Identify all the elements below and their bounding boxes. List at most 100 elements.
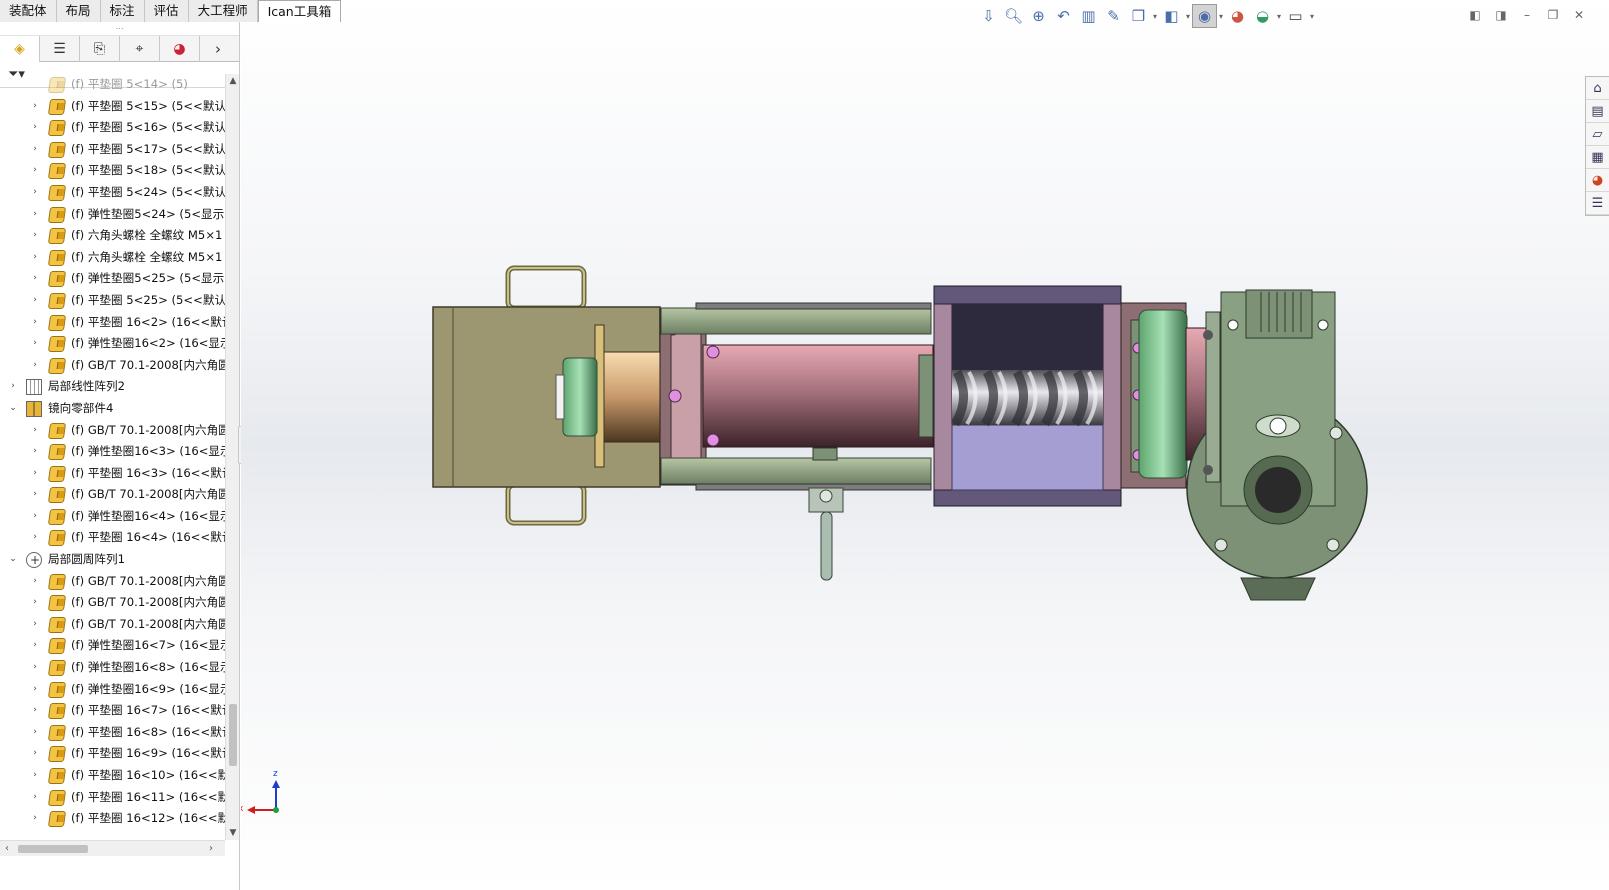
tree-item[interactable]: › (f) GB/T 70.1-2008[内六角圆 <box>0 571 225 593</box>
chevron-right-icon[interactable]: › <box>30 204 40 226</box>
tree-item[interactable]: ⌄ 局部圆周阵列1 <box>0 549 225 571</box>
tree-item-label: (f) 弹性垫圈16<8> (16<显示 <box>71 660 225 675</box>
panel-grip[interactable]: ⋯ <box>0 22 239 36</box>
chevron-right-icon[interactable]: › <box>30 247 40 269</box>
chevron-right-icon[interactable]: › <box>8 376 18 398</box>
tree-item[interactable]: › (f) 平垫圈 5<24> (5<<默认 <box>0 182 225 204</box>
part-icon <box>47 616 67 633</box>
tree-item[interactable]: › (f) 六角头螺栓 全螺纹 M5×1 <box>0 225 225 247</box>
tree-item[interactable]: › (f) 平垫圈 16<3> (16<<默认 <box>0 463 225 485</box>
tree-item[interactable]: › (f) GB/T 70.1-2008[内六角圆 <box>0 420 225 442</box>
tree-item[interactable]: › (f) 弹性垫圈5<24> (5<显示 <box>0 204 225 226</box>
hscroll-thumb[interactable] <box>18 845 88 853</box>
tree-vertical-scrollbar[interactable]: ▲ ▼ <box>225 74 239 840</box>
tree-item[interactable]: › (f) 平垫圈 16<11> (16<<默 <box>0 787 225 809</box>
tree-item[interactable]: › (f) 平垫圈 16<2> (16<<默认 <box>0 312 225 334</box>
tree-item[interactable]: › (f) GB/T 70.1-2008[内六角圆 <box>0 484 225 506</box>
tree-item[interactable]: › (f) 弹性垫圈16<2> (16<显示 <box>0 333 225 355</box>
chevron-right-icon[interactable]: › <box>30 657 40 679</box>
part-icon <box>47 703 67 720</box>
scroll-down-icon[interactable]: ▼ <box>226 826 240 840</box>
graphics-area[interactable]: ⇩ 🔍︎ ⊕ ↶ ▥ ✎ ❒ ▾ ◧ ▾ ◉ ▾ ◕ ◒ ▾ ▭ ▾ ◧ ◨ –… <box>241 0 1609 890</box>
chevron-right-icon[interactable]: › <box>30 700 40 722</box>
tree-item[interactable]: › (f) 平垫圈 5<15> (5<<默认 <box>0 96 225 118</box>
more-tabs-button[interactable]: › <box>200 36 236 62</box>
display-manager-tab[interactable]: ◕ <box>160 36 200 62</box>
chevron-right-icon[interactable]: › <box>30 420 40 442</box>
chevron-right-icon[interactable]: › <box>30 679 40 701</box>
chevron-right-icon[interactable]: › <box>30 463 40 485</box>
chevron-right-icon[interactable]: › <box>30 592 40 614</box>
chevron-right-icon[interactable]: › <box>30 635 40 657</box>
chevron-right-icon[interactable]: › <box>30 614 40 636</box>
chevron-right-icon[interactable]: › <box>30 765 40 787</box>
tree-item[interactable]: › (f) 弹性垫圈16<7> (16<显示 <box>0 635 225 657</box>
command-tab[interactable]: Ican工具箱 <box>257 0 342 22</box>
tree-item[interactable]: › (f) 平垫圈 16<8> (16<<默认 <box>0 722 225 744</box>
tree-item[interactable]: › (f) 平垫圈 16<9> (16<<默认 <box>0 743 225 765</box>
tree-item[interactable]: › (f) 弹性垫圈16<9> (16<显示 <box>0 679 225 701</box>
chevron-right-icon[interactable]: › <box>30 96 40 118</box>
chevron-right-icon[interactable]: › <box>30 268 40 290</box>
assembly-model[interactable]: z x <box>241 0 1609 890</box>
tree-item[interactable]: ⌄ 镜向零部件4 <box>0 398 225 420</box>
chevron-right-icon[interactable]: › <box>30 225 40 247</box>
chevron-right-icon[interactable]: › <box>30 441 40 463</box>
part-icon <box>47 249 67 266</box>
chevron-right-icon[interactable]: › <box>30 506 40 528</box>
feature-manager-tab[interactable]: ◈ <box>0 36 40 62</box>
property-manager-tab[interactable]: ☰ <box>40 36 80 62</box>
chevron-right-icon[interactable]: › <box>30 117 40 139</box>
tree-item[interactable]: › 局部线性阵列2 <box>0 376 225 398</box>
tree-item[interactable]: › (f) 平垫圈 16<4> (16<<默认 <box>0 527 225 549</box>
chevron-down-icon[interactable]: ⌄ <box>8 549 18 571</box>
chevron-right-icon[interactable]: › <box>30 333 40 355</box>
tree-item[interactable]: › (f) 弹性垫圈16<4> (16<显示 <box>0 506 225 528</box>
chevron-right-icon[interactable]: › <box>30 484 40 506</box>
tree-item[interactable]: (f) 平垫圈 5<14> (5) <box>0 74 225 96</box>
tree-item[interactable]: › (f) GB/T 70.1-2008[内六角圆 <box>0 355 225 377</box>
chevron-down-icon[interactable]: ⌄ <box>8 398 18 420</box>
command-tab[interactable]: 大工程师 <box>188 0 258 22</box>
chevron-right-icon[interactable]: › <box>30 355 40 377</box>
tree-item[interactable]: › (f) 平垫圈 5<16> (5<<默认 <box>0 117 225 139</box>
chevron-right-icon[interactable]: › <box>30 139 40 161</box>
tree-item[interactable]: › (f) 弹性垫圈5<25> (5<显示 <box>0 268 225 290</box>
part-icon <box>47 530 67 547</box>
tree-horizontal-scrollbar[interactable]: ‹ › <box>0 840 225 856</box>
chevron-right-icon[interactable]: › <box>30 743 40 765</box>
chevron-right-icon[interactable]: › <box>30 312 40 334</box>
chevron-right-icon[interactable]: › <box>30 527 40 549</box>
tree-item[interactable]: › (f) 弹性垫圈16<3> (16<显示 <box>0 441 225 463</box>
tree-item[interactable]: › (f) 弹性垫圈16<8> (16<显示 <box>0 657 225 679</box>
tree-item[interactable]: › (f) 平垫圈 16<12> (16<<默 <box>0 808 225 830</box>
scroll-up-icon[interactable]: ▲ <box>226 74 240 88</box>
command-tab[interactable]: 装配体 <box>0 0 57 22</box>
tree-item[interactable]: › (f) 平垫圈 5<17> (5<<默认 <box>0 139 225 161</box>
tree-item[interactable]: › (f) GB/T 70.1-2008[内六角圆 <box>0 614 225 636</box>
tree-item[interactable]: › (f) GB/T 70.1-2008[内六角圆 <box>0 592 225 614</box>
tree-item[interactable]: › (f) 平垫圈 16<10> (16<<默 <box>0 765 225 787</box>
tree-item-label: (f) 平垫圈 16<2> (16<<默认 <box>71 314 225 329</box>
command-tab[interactable]: 布局 <box>56 0 101 22</box>
dimxpert-tab[interactable]: ⌖ <box>120 36 160 62</box>
scroll-thumb[interactable] <box>229 704 237 766</box>
chevron-right-icon[interactable]: › <box>30 182 40 204</box>
chevron-right-icon[interactable]: › <box>30 808 40 830</box>
command-tab[interactable]: 标注 <box>100 0 145 22</box>
chevron-right-icon[interactable]: › <box>30 571 40 593</box>
chevron-right-icon[interactable]: › <box>30 722 40 744</box>
chevron-right-icon[interactable]: › <box>30 290 40 312</box>
tree-item[interactable]: › (f) 六角头螺栓 全螺纹 M5×1 <box>0 247 225 269</box>
tree-item[interactable]: › (f) 平垫圈 16<7> (16<<默认 <box>0 700 225 722</box>
tree-item[interactable]: › (f) 平垫圈 5<18> (5<<默认 <box>0 160 225 182</box>
scroll-left-icon[interactable]: ‹ <box>0 841 14 857</box>
coordinate-triad: z x <box>241 769 280 814</box>
command-tab[interactable]: 评估 <box>144 0 189 22</box>
chevron-right-icon[interactable]: › <box>30 787 40 809</box>
tree-item[interactable]: › (f) 平垫圈 5<25> (5<<默认 <box>0 290 225 312</box>
chevron-right-icon[interactable]: › <box>30 160 40 182</box>
mirror-icon <box>26 400 42 417</box>
configuration-manager-tab[interactable]: ⎘ <box>80 36 120 62</box>
scroll-right-icon[interactable]: › <box>204 841 218 857</box>
